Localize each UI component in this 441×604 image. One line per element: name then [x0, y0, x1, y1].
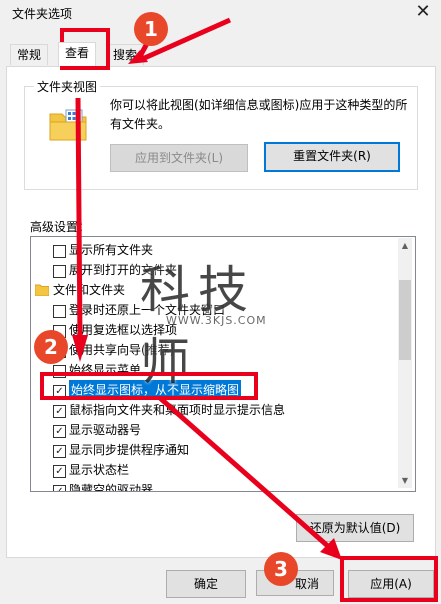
scroll-down-icon[interactable]: ▼ [398, 474, 412, 488]
tab-general[interactable]: 常规 [10, 44, 49, 65]
step-3-badge: 3 [264, 552, 298, 586]
folder-view-description: 你可以将此视图(如详细信息或图标)应用于这种类型的所有文件夹。 [110, 98, 408, 131]
window-title: 文件夹选项 [12, 7, 73, 21]
close-icon[interactable]: ✕ [412, 2, 434, 22]
folder-view-icon [49, 109, 87, 141]
tab-search[interactable]: 搜索 [106, 44, 145, 65]
checkbox[interactable] [53, 305, 66, 318]
scroll-up-icon[interactable]: ▲ [398, 239, 412, 253]
restore-defaults-button[interactable]: 还原为默认值(D) [296, 514, 414, 542]
step-1-badge: 1 [134, 12, 168, 46]
checkbox-checked[interactable]: ✓ [53, 405, 66, 418]
reset-folders-button[interactable]: 重置文件夹(R) [264, 142, 400, 172]
folder-icon [35, 284, 49, 296]
highlight-selected-option [40, 372, 258, 400]
tab-strip: 常规 查看 搜索 [6, 42, 436, 66]
highlight-apply-button [340, 556, 438, 602]
checkbox-checked[interactable]: ✓ [53, 485, 66, 491]
watermark: 科技师 WWW.3KJS.COM [140, 261, 267, 391]
step-2-badge: 2 [34, 330, 68, 364]
list-scrollbar[interactable] [398, 238, 412, 488]
checkbox-checked[interactable]: ✓ [53, 445, 66, 458]
scrollbar-thumb[interactable] [399, 280, 411, 360]
checkbox[interactable] [53, 245, 66, 258]
apply-to-folders-button[interactable]: 应用到文件夹(L) [110, 144, 248, 172]
advanced-settings-label: 高级设置： [30, 220, 91, 234]
folder-view-label: 文件夹视图 [34, 78, 101, 95]
checkbox-checked[interactable]: ✓ [53, 425, 66, 438]
checkbox[interactable] [53, 265, 66, 278]
ok-button[interactable]: 确定 [166, 570, 246, 598]
checkbox-checked[interactable]: ✓ [53, 465, 66, 478]
tab-view[interactable]: 查看 [58, 42, 97, 66]
